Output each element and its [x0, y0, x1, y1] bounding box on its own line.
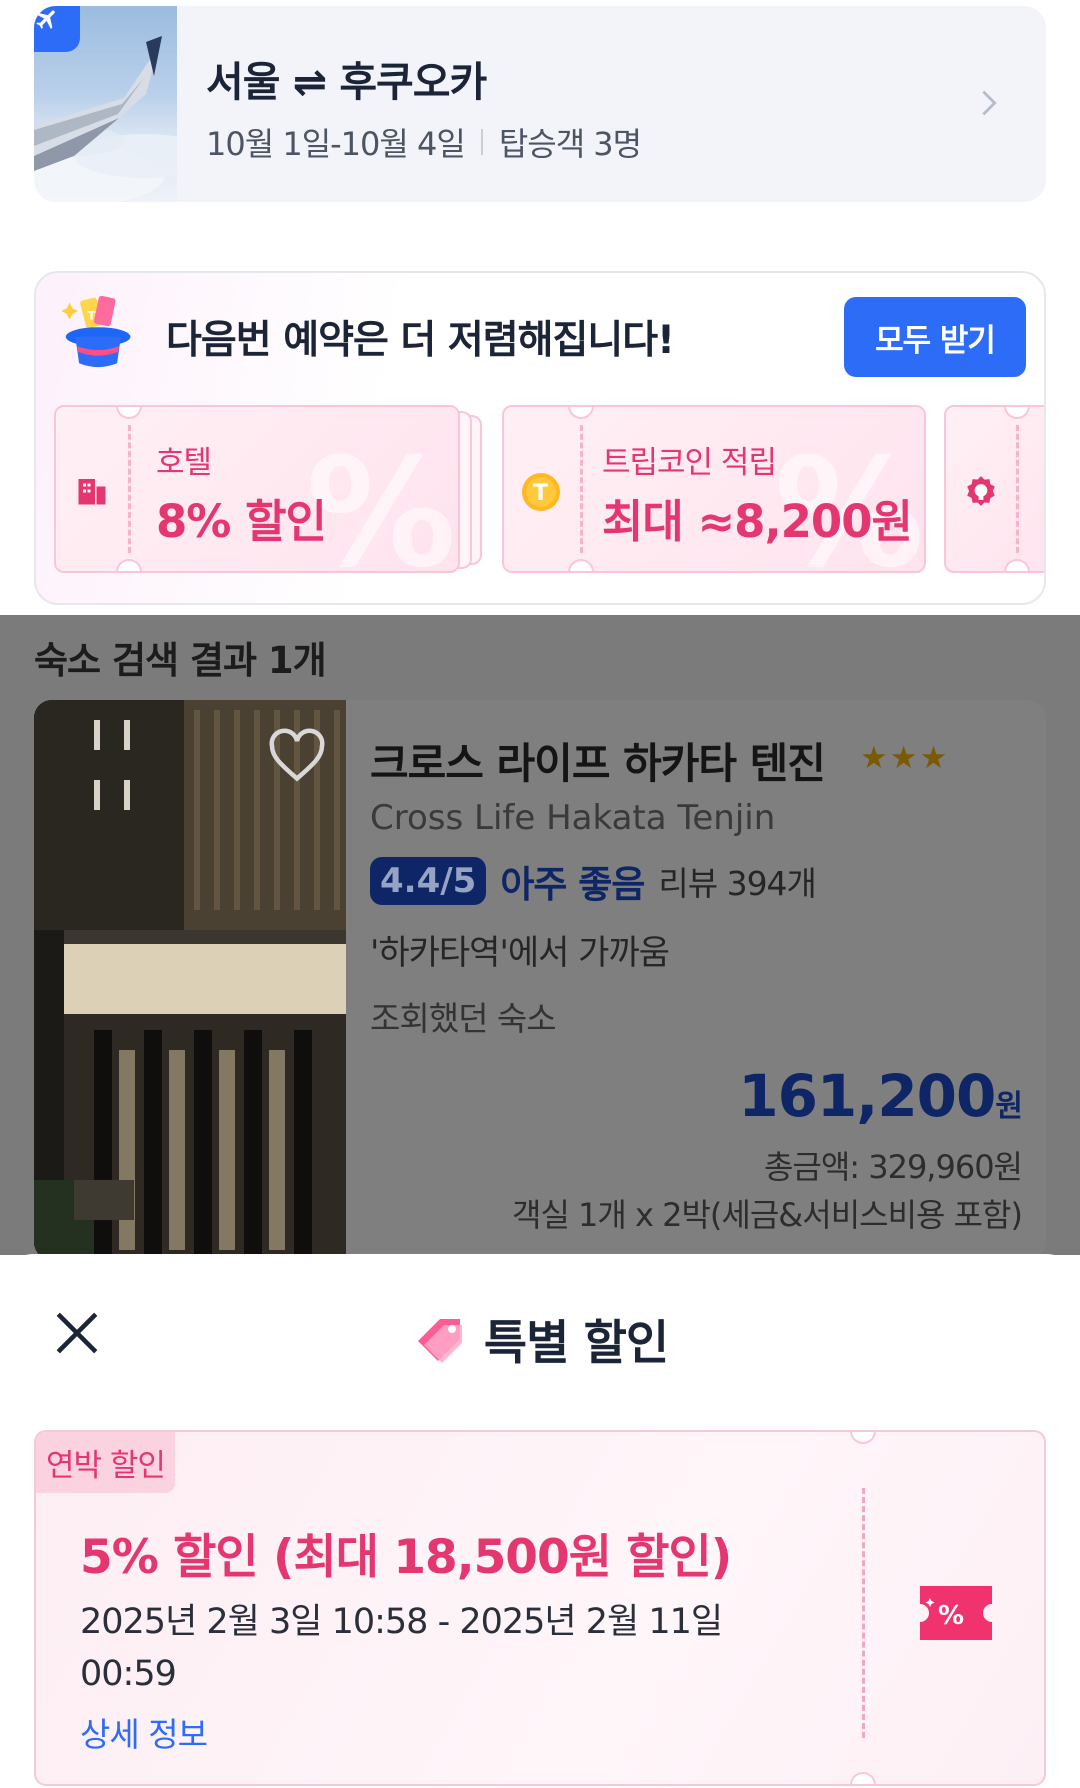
promo-title: 다음번 예약은 더 저렴해집니다!: [166, 318, 675, 363]
coupon-label: 호텔: [156, 445, 212, 481]
hotel-name[interactable]: 크로스 라이프 하카타 텐진: [370, 730, 826, 791]
review-row: 4.4/5 아주 좋음 리뷰 394개: [370, 854, 817, 908]
hotel-name-english: Cross Life Hakata Tenjin: [370, 798, 776, 838]
flight-thumbnail: [34, 6, 177, 202]
divider: [480, 129, 483, 155]
flight-passengers: 탑승객 3명: [498, 125, 642, 163]
heart-icon[interactable]: [267, 728, 327, 784]
deal-period: 2025년 2월 3일 10:58 - 2025년 2월 11일 00:59: [80, 1602, 723, 1694]
sheet-header: 특별 할인: [0, 1304, 1080, 1373]
review-count: 리뷰 394개: [658, 864, 817, 903]
get-all-coupons-button[interactable]: 모두 받기: [844, 297, 1026, 377]
trip-coin-icon: T: [522, 473, 560, 511]
price-unit: 원: [995, 1089, 1023, 1124]
svg-text:%: %: [938, 1601, 964, 1631]
star-rating: ★★★: [860, 740, 950, 776]
deal-tag: 연박 할인: [36, 1432, 175, 1493]
coupon-value: 최대 ≈8,200원: [602, 495, 913, 548]
nightly-price: 161,200원: [738, 1062, 1023, 1130]
promo-card: T 다음번 예약은 더 저렴해집니다! 모두 받기 % 호텔 8% 할인 % T…: [34, 271, 1046, 605]
svg-text:T: T: [533, 481, 548, 506]
flight-route: 서울 ⇌ 후쿠오카: [206, 58, 487, 106]
hotel-card[interactable]: 크로스 라이프 하카타 텐진 ★★★ Cross Life Hakata Ten…: [34, 700, 1046, 1260]
chevron-right-icon: [982, 90, 997, 116]
coupon-hotel[interactable]: % 호텔 8% 할인: [54, 405, 460, 573]
price-value: 161,200: [738, 1062, 996, 1130]
magic-hat-icon: T: [62, 295, 131, 368]
flight-summary-card[interactable]: 서울 ⇌ 후쿠오카 10월 1일-10월 4일 탑승객 3명: [34, 6, 1046, 202]
coupon-value: 8% 할인: [156, 495, 327, 548]
viewed-badge: 조회했던 숙소: [370, 999, 557, 1038]
building-icon: [78, 479, 106, 505]
coupon-trip-coin[interactable]: % T 트립코인 적립 최대 ≈8,200원: [502, 405, 926, 573]
deal-headline: 5% 할인 (최대 18,500원 할인): [80, 1530, 732, 1585]
plane-icon: [34, 6, 80, 52]
special-discount-sheet: 특별 할인 연박 할인 5% 할인 (최대 18,500원 할인) 2025년 …: [0, 1254, 1080, 1788]
svg-text:T: T: [88, 309, 96, 323]
details-link[interactable]: 상세 정보: [80, 1708, 208, 1756]
flight-meta: 10월 1일-10월 4일 탑승객 3명: [206, 119, 642, 165]
review-score: 4.4/5: [370, 857, 487, 905]
coupon-label: 트립코인 적립: [602, 445, 777, 481]
hotel-photo: [34, 700, 346, 1260]
location-note: '하카타역'에서 가까움: [370, 933, 670, 973]
gear-badge-icon: [967, 476, 995, 506]
coupon-partial[interactable]: [944, 405, 1044, 573]
total-price: 총금액: 329,960원: [763, 1148, 1023, 1186]
flight-dates: 10월 1일-10월 4일: [206, 125, 466, 163]
sheet-title: 특별 할인: [483, 1316, 669, 1371]
review-grade: 아주 좋음: [500, 863, 645, 906]
discount-ticket-icon: %: [920, 1586, 992, 1640]
stay-info: 객실 1개 x 2박(세금&서비스비용 포함): [512, 1196, 1023, 1234]
price-tag-icon: [417, 1318, 462, 1363]
long-stay-deal-card[interactable]: 연박 할인 5% 할인 (최대 18,500원 할인) 2025년 2월 3일 …: [34, 1430, 1046, 1786]
results-count: 숙소 검색 결과 1개: [34, 639, 327, 682]
